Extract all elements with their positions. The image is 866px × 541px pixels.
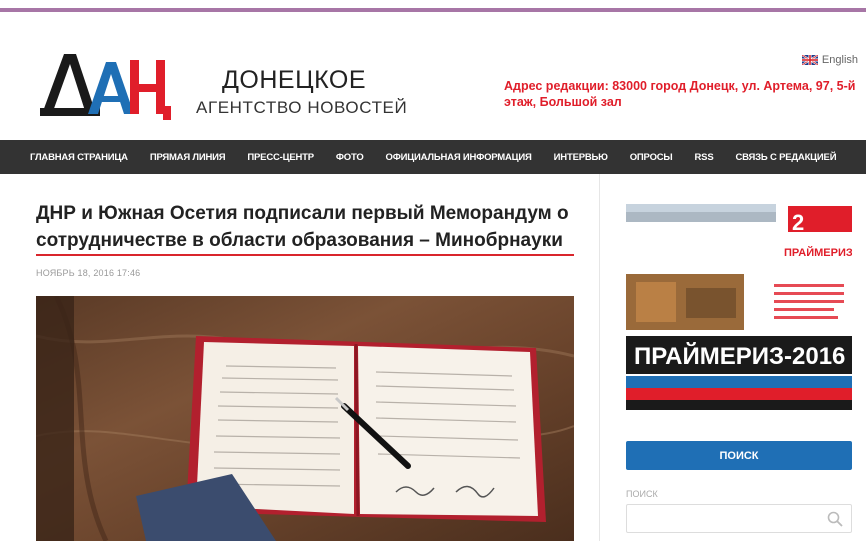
nav-item-hotline[interactable]: ПРЯМАЯ ЛИНИЯ: [150, 152, 226, 163]
nav-item-rss[interactable]: RSS: [695, 152, 714, 163]
site-header: ДОНЕЦКОЕ АГЕНТСТВО НОВОСТЕЙ English Адре…: [0, 12, 866, 140]
column-divider: [599, 174, 600, 541]
article-date: НОЯБРЬ 18, 2016 17:46: [36, 268, 141, 278]
language-label: English: [821, 54, 858, 66]
search-icon[interactable]: [827, 511, 843, 527]
nav-item-polls[interactable]: ОПРОСЫ: [630, 152, 673, 163]
nav-item-photo[interactable]: ФОТО: [336, 152, 364, 163]
title-underline: [36, 254, 574, 256]
banner-headline: ПРАЙМЕРИЗ-2016: [634, 342, 845, 370]
article-photo: [36, 296, 574, 541]
banner-badge-number: 2: [792, 210, 804, 235]
nav-item-press-center[interactable]: ПРЕСС-ЦЕНТР: [247, 152, 314, 163]
search-button[interactable]: ПОИСК: [626, 441, 852, 470]
editorial-address: Адрес редакции: 83000 город Донецк, ул. …: [504, 79, 856, 109]
search-input[interactable]: [626, 504, 852, 533]
language-switch[interactable]: English: [801, 54, 858, 66]
nav-item-home[interactable]: ГЛАВНАЯ СТРАНИЦА: [30, 152, 128, 163]
logo-subtitle: АГЕНТСТВО НОВОСТЕЙ: [196, 98, 408, 117]
nav-item-official-info[interactable]: ОФИЦИАЛЬНАЯ ИНФОРМАЦИЯ: [386, 152, 532, 163]
nav-item-contact[interactable]: СВЯЗЬ С РЕДАКЦИЕЙ: [735, 152, 836, 163]
article-title: ДНР и Южная Осетия подписали первый Мемо…: [36, 203, 569, 251]
dan-logo-icon[interactable]: [38, 46, 178, 126]
uk-flag-icon: [801, 55, 818, 65]
main-navigation: ГЛАВНАЯ СТРАНИЦА ПРЯМАЯ ЛИНИЯ ПРЕСС-ЦЕНТ…: [0, 140, 866, 174]
search-label: ПОИСК: [626, 489, 658, 499]
nav-item-interview[interactable]: ИНТЕРВЬЮ: [554, 152, 608, 163]
primaries-banner[interactable]: 2 ПРАЙМЕРИЗ ПРАЙМЕРИЗ-2016: [626, 198, 852, 414]
banner-brand: ПРАЙМЕРИЗ: [784, 246, 852, 259]
logo-title: ДОНЕЦКОЕ: [222, 66, 367, 94]
